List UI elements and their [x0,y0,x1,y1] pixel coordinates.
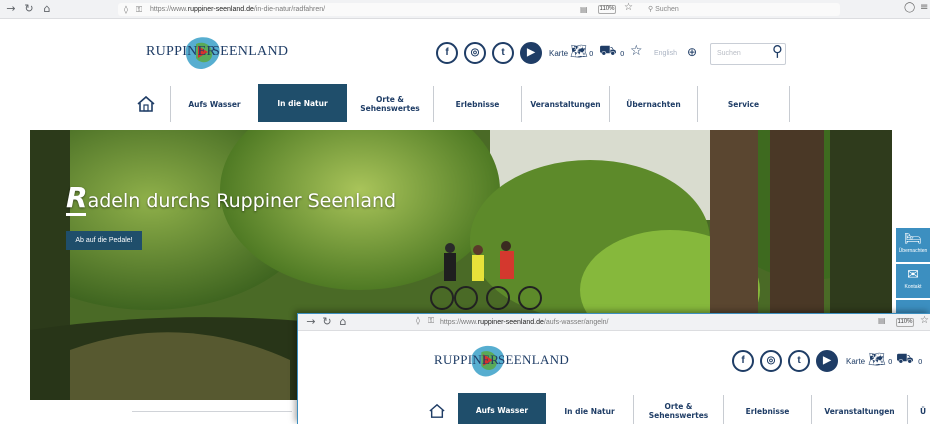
home-icon[interactable]: ⌂ [40,2,54,16]
map-label[interactable]: Karte [549,49,568,58]
url-text[interactable]: https://www.ruppiner-seenland.de/in-die-… [150,3,325,16]
home-icon-2[interactable]: ⌂ [336,315,350,329]
logo-text-right: SEENLAND [212,44,289,59]
hero-title-rest: adeln durchs Ruppiner Seenland [87,190,397,212]
logo-text-right-2: SEENLAND [498,352,570,367]
nav-service[interactable]: Service [698,86,790,122]
reader-icon-2[interactable]: ▤ [878,316,886,325]
nav2-orte-sehenswertes[interactable]: Orte & Sehenswertes [634,395,724,424]
instagram-icon[interactable]: ◎ [464,42,486,64]
nav2-uebernachten[interactable]: Ü [908,395,930,424]
side-tab-contact-label: Kontakt [904,284,922,290]
nav-aufs-wasser[interactable]: Aufs Wasser [171,86,259,122]
side-tab-more[interactable] [896,300,930,313]
forward-icon[interactable]: → [4,2,18,16]
lock-icon-2[interactable]: ⚿ [428,316,434,326]
reload-icon[interactable]: ↻ [22,2,36,16]
home-nav-icon-2[interactable] [428,403,446,419]
hero-title-initial: R [66,181,88,214]
bookmark-star-icon-2[interactable]: ☆ [920,315,929,326]
globe-icon[interactable]: ⊕ [687,45,697,59]
hero-underline [66,213,86,216]
url-text-2[interactable]: https://www.ruppiner-seenland.de/aufs-wa… [440,316,609,329]
favorites-star-icon[interactable]: ☆ [630,43,643,59]
cart-icon[interactable]: ⛟ [599,43,617,61]
reader-icon[interactable]: ▤ [580,3,588,16]
map-label-2[interactable]: Karte [846,357,865,366]
content-divider [132,411,292,412]
shield-icon[interactable]: ◊ [124,3,128,16]
browser-search[interactable]: ⚲ Suchen [648,3,679,16]
twitter-icon[interactable]: t [492,42,514,64]
bookmark-star-icon[interactable]: ☆ [624,2,633,13]
cart-icon-2[interactable]: ⛟ [896,351,914,369]
hero-title: Radeln durchs Ruppiner Seenland [66,181,396,214]
lock-icon[interactable]: ⚿ [136,3,142,16]
zoom-level[interactable]: 110% [598,5,616,14]
map-icon[interactable]: 🗺 [570,44,588,60]
nav-uebernachten[interactable]: Übernachten [610,86,698,122]
envelope-icon: ✉ [907,266,919,282]
nav2-veranstaltungen[interactable]: Veranstaltungen [812,395,908,424]
logo-text-left-2: RUPPINER [434,352,500,367]
map-icon-2[interactable]: 🗺 [868,352,886,368]
logo-text-left: RUPPINER [146,44,217,59]
twitter-icon-2[interactable]: t [788,350,810,372]
map-count-2: 0 [888,358,893,366]
bed-icon: 🛏 [904,230,922,246]
youtube-icon-2[interactable]: ▶ [816,350,838,372]
side-tab-contact[interactable]: ✉ Kontakt [896,264,930,298]
language-switch[interactable]: English [654,50,677,57]
forward-icon-2[interactable]: → [304,315,318,329]
account-icon[interactable]: ◯ [904,2,915,13]
nav2-in-die-natur[interactable]: In die Natur [546,395,634,424]
browser-toolbar: → ↻ ⌂ ◊ ⚿ https://www.ruppiner-seenland.… [0,0,930,19]
second-browser-window: → ↻ ⌂ ◊ ⚿ https://www.ruppiner-seenland.… [297,313,930,424]
home-nav-icon[interactable] [136,95,156,113]
nav2-aufs-wasser[interactable]: Aufs Wasser [458,393,546,424]
side-tab-lodging-label: Übernachten [898,248,928,254]
hero-cta-button[interactable]: Ab auf die Pedale! [66,231,142,250]
facebook-icon-2[interactable]: f [732,350,754,372]
nav-in-die-natur[interactable]: In die Natur [258,84,347,122]
zoom-level-2[interactable]: 110% [896,318,914,327]
youtube-icon[interactable]: ▶ [520,42,542,64]
reload-icon-2[interactable]: ↻ [320,315,334,329]
nav-orte-sehenswertes[interactable]: Orte & Sehenswertes [347,86,434,122]
facebook-icon[interactable]: f [436,42,458,64]
cart-count-2: 0 [918,358,923,366]
nav-erlebnisse[interactable]: Erlebnisse [434,86,522,122]
map-count: 0 [589,50,594,58]
side-tab-lodging[interactable]: 🛏 Übernachten [896,228,930,262]
nav2-erlebnisse[interactable]: Erlebnisse [724,395,812,424]
browser-toolbar-2: → ↻ ⌂ ◊ ⚿ https://www.ruppiner-seenland.… [298,314,930,331]
instagram-icon-2[interactable]: ◎ [760,350,782,372]
menu-icon[interactable]: ≡ [920,2,928,13]
nav-veranstaltungen[interactable]: Veranstaltungen [522,86,610,122]
cart-count: 0 [620,50,625,58]
shield-icon-2[interactable]: ◊ [416,316,420,325]
address-bar[interactable]: ◊ ⚿ https://www.ruppiner-seenland.de/in-… [118,3,840,16]
search-icon[interactable]: ⚲ [772,42,783,60]
